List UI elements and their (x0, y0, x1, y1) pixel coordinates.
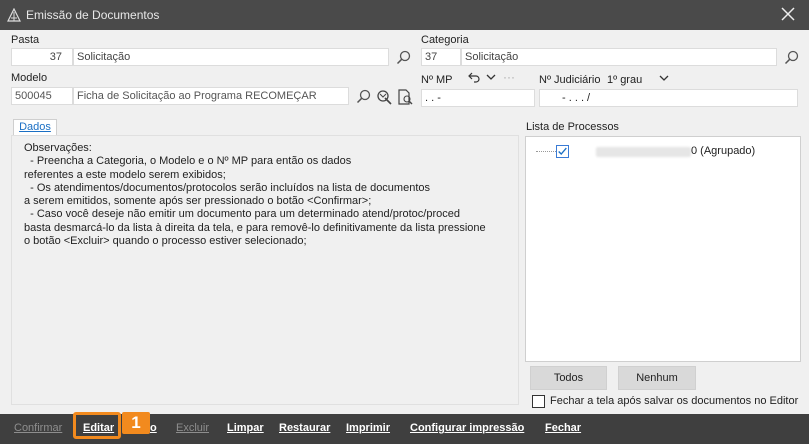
modelo-code-field[interactable]: 500045 (11, 87, 73, 105)
grau-label[interactable]: 1º grau (607, 74, 642, 86)
pasta-name-field[interactable]: Solicitação (73, 48, 389, 66)
tab-dados[interactable]: Dados (13, 119, 57, 135)
list-item[interactable]: 0 (Agrupado) (536, 145, 796, 159)
nmp-label: Nº MP (421, 74, 453, 86)
categoria-label: Categoria (421, 34, 469, 46)
fechar-tela-label: Fechar a tela após salvar os documentos … (550, 395, 799, 407)
step-badge: 1 (122, 412, 150, 434)
fechar-tela-checkbox[interactable] (532, 395, 545, 408)
partial-button[interactable]: o (150, 422, 157, 434)
judiciario-field[interactable]: - . . . / (539, 89, 798, 107)
excluir-button[interactable]: Excluir (176, 422, 209, 434)
fechar-tela-option[interactable]: Fechar a tela após salvar os documentos … (532, 394, 802, 410)
chevron-down-icon[interactable] (484, 70, 498, 84)
imprimir-button[interactable]: Imprimir (346, 422, 390, 434)
app-logo-icon (7, 8, 21, 22)
undo-icon[interactable] (467, 70, 481, 84)
pasta-search-icon[interactable] (395, 49, 413, 67)
more-icon[interactable]: ··· (503, 70, 515, 84)
categoria-search-icon[interactable] (783, 49, 801, 67)
limpar-button[interactable]: Limpar (227, 422, 264, 434)
processos-list[interactable]: 0 (Agrupado) (525, 136, 801, 362)
processos-label: Lista de Processos (526, 121, 619, 133)
todos-button[interactable]: Todos (530, 366, 607, 390)
redacted-process-number (596, 147, 691, 157)
check-icon (558, 147, 567, 156)
modelo-label: Modelo (11, 72, 48, 84)
title-bar: Emissão de Documentos (0, 0, 809, 30)
dados-panel: Observações: - Preencha a Categoria, o M… (11, 135, 519, 405)
judiciario-label: Nº Judiciário (539, 74, 601, 86)
fechar-button[interactable]: Fechar (545, 422, 581, 434)
modelo-name-field[interactable]: Ficha de Solicitação ao Programa RECOMEÇ… (73, 87, 349, 105)
tree-connector (536, 151, 556, 152)
preview-document-icon[interactable] (396, 88, 414, 106)
categoria-name-field[interactable]: Solicitação (461, 48, 777, 66)
window-title: Emissão de Documentos (26, 8, 160, 22)
close-icon[interactable] (779, 5, 797, 23)
configurar-impressao-button[interactable]: Configurar impressão (410, 422, 524, 434)
pasta-label: Pasta (11, 34, 40, 46)
nenhum-button[interactable]: Nenhum (618, 366, 696, 390)
edit-model-icon[interactable] (375, 88, 393, 106)
process-checkbox[interactable] (556, 145, 569, 158)
restaurar-button[interactable]: Restaurar (279, 422, 330, 434)
pasta-code-field[interactable]: 37 (11, 48, 73, 66)
nmp-field[interactable]: . . - (421, 89, 535, 107)
modelo-search-icon[interactable] (355, 88, 373, 106)
grau-dropdown-icon[interactable] (657, 71, 671, 85)
editar-highlight (73, 412, 121, 439)
observacoes-text: Observações: - Preencha a Categoria, o M… (24, 142, 486, 248)
dialog-body: Pasta 37 Solicitação Categoria 37 Solici… (0, 30, 809, 414)
confirmar-button[interactable]: Confirmar (14, 422, 62, 434)
categoria-code-field[interactable]: 37 (421, 48, 461, 66)
process-label: 0 (Agrupado) (691, 145, 756, 157)
